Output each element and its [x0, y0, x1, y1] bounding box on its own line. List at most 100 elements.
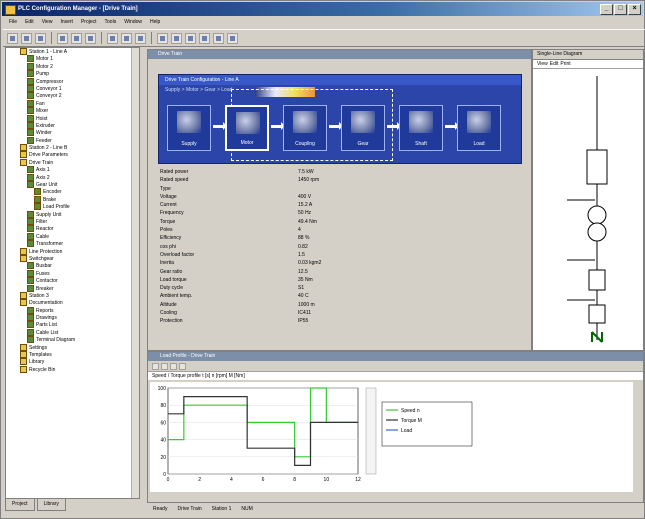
flow-block-motor[interactable]: Motor	[225, 105, 269, 151]
print-icon[interactable]	[179, 362, 186, 370]
tree-item[interactable]: Parts List	[6, 321, 139, 329]
help-icon[interactable]	[227, 32, 238, 44]
tree-item[interactable]: Cable List	[6, 328, 139, 336]
minimize-button[interactable]: _	[600, 4, 613, 15]
tree-item[interactable]: Compressor	[6, 77, 139, 85]
parameter-row[interactable]: Efficiency 88 %	[160, 234, 520, 242]
tree-item[interactable]: Transformer	[6, 240, 139, 248]
tree-item[interactable]: Station 2 - Line B	[6, 144, 139, 152]
tree-item[interactable]: Line Protection	[6, 247, 139, 255]
tree-item[interactable]: Reports	[6, 306, 139, 314]
zoom-in-icon[interactable]	[157, 32, 168, 44]
tree-item[interactable]: Filter	[6, 217, 139, 225]
tree-item[interactable]: Mixer	[6, 107, 139, 115]
tree-item[interactable]: Encoder	[6, 188, 139, 196]
tree-item[interactable]: Winder	[6, 129, 139, 137]
parameter-row[interactable]: cos phi 0.82	[160, 243, 520, 251]
tab-project[interactable]: Project	[5, 499, 35, 511]
parameter-row[interactable]: Protection IP55	[160, 317, 520, 325]
flow-block-supply[interactable]: Supply	[167, 105, 211, 151]
tab-library[interactable]: Library	[36, 499, 66, 511]
parameter-row[interactable]: Inertia 0.03 kgm2	[160, 259, 520, 267]
tree-item[interactable]: Cable	[6, 232, 139, 240]
parameter-row[interactable]: Rated power 7.5 kW	[160, 168, 520, 176]
parameter-row[interactable]: Overload factor 1.5	[160, 251, 520, 259]
tree-item[interactable]: Motor 2	[6, 62, 139, 70]
tree-item[interactable]: Library	[6, 358, 139, 366]
tree-item[interactable]: Reactor	[6, 225, 139, 233]
zoom-out-icon[interactable]	[171, 32, 182, 44]
tree-item[interactable]: Pump	[6, 70, 139, 78]
menu-insert[interactable]: Insert	[60, 17, 73, 28]
tree-item[interactable]: Drawings	[6, 314, 139, 322]
parameter-row[interactable]: Type	[160, 185, 520, 193]
project-tree[interactable]: Station 1 - Line A Motor 1 Motor 2 Pump Comp…	[5, 47, 140, 499]
open-icon[interactable]	[21, 32, 32, 44]
cut-icon[interactable]	[57, 32, 68, 44]
tree-item[interactable]: Contactor	[6, 277, 139, 285]
tree-item[interactable]: Drive Parameters	[6, 151, 139, 159]
new-icon[interactable]	[7, 32, 18, 44]
tree-item[interactable]: Supply Unit	[6, 210, 139, 218]
tree-item[interactable]: Axis 1	[6, 166, 139, 174]
tree-item[interactable]: Station 3	[6, 291, 139, 299]
parameter-row[interactable]: Voltage 400 V	[160, 193, 520, 201]
export-icon[interactable]	[170, 362, 177, 370]
tree-item[interactable]: Brake	[6, 195, 139, 203]
tab-view[interactable]: View	[537, 60, 548, 68]
save-icon[interactable]	[35, 32, 46, 44]
tree-item[interactable]: Fuses	[6, 269, 139, 277]
flow-block-coupling[interactable]: Coupling	[283, 105, 327, 151]
print-icon[interactable]	[135, 32, 146, 44]
tree-item[interactable]: Conveyor 2	[6, 92, 139, 100]
menu-window[interactable]: Window	[124, 17, 142, 28]
tree-item[interactable]: Settings	[6, 343, 139, 351]
redo-icon[interactable]	[121, 32, 132, 44]
parameter-row[interactable]: Poles 4	[160, 226, 520, 234]
tree-item[interactable]: Axis 2	[6, 173, 139, 181]
tree-item[interactable]: Hoist	[6, 114, 139, 122]
parameter-row[interactable]: Duty cycle S1	[160, 284, 520, 292]
parameter-row[interactable]: Altitude 1000 m	[160, 301, 520, 309]
zoom-icon[interactable]	[152, 362, 159, 370]
undo-icon[interactable]	[107, 32, 118, 44]
tree-item[interactable]: Switchgear	[6, 254, 139, 262]
maximize-button[interactable]: □	[614, 4, 627, 15]
menu-file[interactable]: File	[9, 17, 17, 28]
tab-edit[interactable]: Edit	[550, 60, 559, 68]
tab-print[interactable]: Print	[560, 60, 570, 68]
parameter-row[interactable]: Load torque 35 Nm	[160, 276, 520, 284]
tree-item[interactable]: Documentation	[6, 299, 139, 307]
paste-icon[interactable]	[85, 32, 96, 44]
menu-project[interactable]: Project	[81, 17, 97, 28]
flow-block-load[interactable]: Load	[457, 105, 501, 151]
tree-item[interactable]: Conveyor 1	[6, 84, 139, 92]
menu-view[interactable]: View	[42, 17, 53, 28]
copy-icon[interactable]	[71, 32, 82, 44]
parameter-row[interactable]: Torque 49.4 Nm	[160, 218, 520, 226]
parameter-row[interactable]: Frequency 50 Hz	[160, 209, 520, 217]
tree-item[interactable]: Recycle Bin	[6, 365, 139, 373]
tree-item[interactable]: Drive Train	[6, 158, 139, 166]
check-icon[interactable]	[199, 32, 210, 44]
tree-item[interactable]: Fan	[6, 99, 139, 107]
parameter-row[interactable]: Current 15.2 A	[160, 201, 520, 209]
flow-block-shaft[interactable]: Shaft	[399, 105, 443, 151]
tree-item[interactable]: Breaker	[6, 284, 139, 292]
calculate-icon[interactable]	[185, 32, 196, 44]
menu-tools[interactable]: Tools	[105, 17, 117, 28]
chart-icon[interactable]	[213, 32, 224, 44]
pan-icon[interactable]	[161, 362, 168, 370]
tree-item[interactable]: Motor 1	[6, 55, 139, 63]
tree-item[interactable]: Feeder	[6, 136, 139, 144]
menu-help[interactable]: Help	[150, 17, 160, 28]
tree-item[interactable]: Templates	[6, 351, 139, 359]
flow-block-gear[interactable]: Gear	[341, 105, 385, 151]
tree-item[interactable]: Busbar	[6, 262, 139, 270]
close-button[interactable]: ×	[628, 4, 641, 15]
parameter-row[interactable]: Ambient temp. 40 C	[160, 292, 520, 300]
menu-edit[interactable]: Edit	[25, 17, 34, 28]
tree-item[interactable]: Terminal Diagram	[6, 336, 139, 344]
tree-item[interactable]: Load Profile	[6, 203, 139, 211]
tree-item[interactable]: Gear Unit	[6, 181, 139, 189]
